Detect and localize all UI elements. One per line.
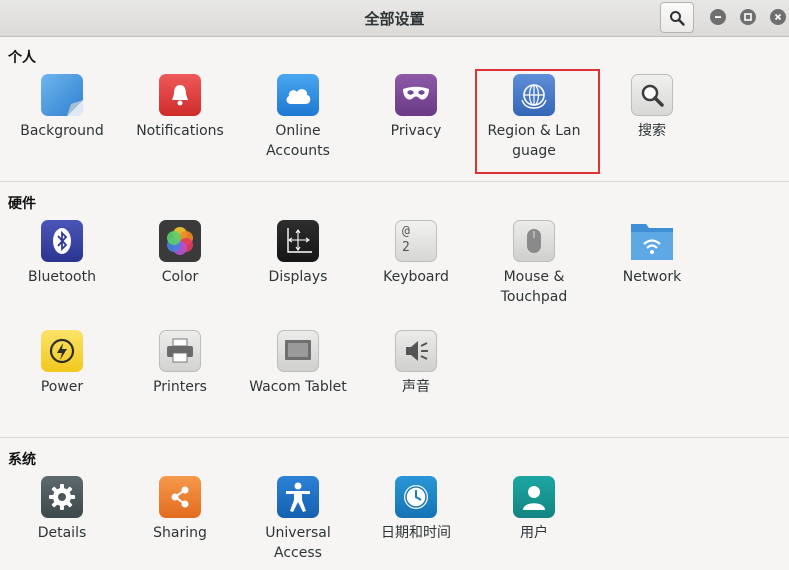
settings-item-label: Displays <box>268 269 328 285</box>
settings-item-label: Bluetooth <box>28 269 96 285</box>
settings-item-printers[interactable]: Printers <box>121 330 239 435</box>
settings-item-displays[interactable]: Displays <box>239 220 357 325</box>
power-bolt-icon <box>41 330 83 372</box>
settings-item-label: Color <box>161 269 199 285</box>
settings-item-label: 搜索 <box>638 123 666 139</box>
settings-item-label: Mouse & Touchpad <box>500 269 568 305</box>
minimize-icon <box>715 16 721 18</box>
user-icon <box>513 476 555 518</box>
settings-item-online-accounts[interactable]: Online Accounts <box>239 74 357 179</box>
gear-icon <box>41 476 83 518</box>
settings-item-sharing[interactable]: Sharing <box>121 476 239 570</box>
search-button[interactable] <box>660 2 694 33</box>
highlight-box <box>475 69 600 174</box>
title-bar: 全部设置 <box>0 0 789 37</box>
settings-item-label: Printers <box>153 379 207 395</box>
settings-item-label: Privacy <box>390 123 442 139</box>
magnifier-icon <box>631 74 673 116</box>
settings-item-bluetooth[interactable]: Bluetooth <box>3 220 121 325</box>
network-folder-icon <box>631 220 673 262</box>
settings-item-label: Network <box>622 269 682 285</box>
settings-item-keyboard[interactable]: @ 2 Keyboard <box>357 220 475 325</box>
close-icon <box>774 13 782 21</box>
color-wheel-icon <box>159 220 201 262</box>
settings-item-date-time[interactable]: 日期和时间 <box>357 476 475 570</box>
settings-item-network[interactable]: Network <box>593 220 711 325</box>
settings-item-wacom-tablet[interactable]: Wacom Tablet <box>239 330 357 435</box>
settings-item-sound[interactable]: 声音 <box>357 330 475 435</box>
settings-item-label: Notifications <box>136 123 224 139</box>
bell-icon <box>159 74 201 116</box>
settings-item-notifications[interactable]: Notifications <box>121 74 239 179</box>
settings-item-label: 声音 <box>402 379 430 395</box>
settings-item-label: Wacom Tablet <box>249 379 347 395</box>
mouse-icon <box>513 220 555 262</box>
settings-item-label: Details <box>37 525 87 541</box>
section-divider <box>0 181 789 182</box>
cloud-icon <box>277 74 319 116</box>
speaker-icon <box>395 330 437 372</box>
settings-item-background[interactable]: Background <box>3 74 121 179</box>
settings-item-label: Universal Access <box>265 525 331 561</box>
close-button[interactable] <box>770 9 786 25</box>
section-title-system: 系统 <box>8 452 36 468</box>
bluetooth-icon <box>41 220 83 262</box>
settings-item-privacy[interactable]: Privacy <box>357 74 475 179</box>
settings-item-users[interactable]: 用户 <box>475 476 593 570</box>
background-icon <box>41 74 83 116</box>
settings-item-label: Background <box>20 123 104 139</box>
share-icon <box>159 476 201 518</box>
accessibility-icon <box>277 476 319 518</box>
maximize-icon <box>744 13 752 21</box>
settings-item-label: 日期和时间 <box>381 525 451 541</box>
settings-item-mouse-touchpad[interactable]: Mouse & Touchpad <box>475 220 593 325</box>
settings-item-label: Power <box>40 379 84 395</box>
key-bottom-symbol: 2 <box>402 240 410 255</box>
clock-icon <box>395 476 437 518</box>
section-title-hardware: 硬件 <box>8 196 36 212</box>
mask-icon <box>395 74 437 116</box>
display-axes-icon <box>277 220 319 262</box>
tablet-icon <box>277 330 319 372</box>
settings-item-label: Online Accounts <box>266 123 330 159</box>
minimize-button[interactable] <box>710 9 726 25</box>
section-title-personal: 个人 <box>8 50 36 66</box>
printer-icon <box>159 330 201 372</box>
settings-item-power[interactable]: Power <box>3 330 121 435</box>
maximize-button[interactable] <box>740 9 756 25</box>
search-icon <box>670 10 685 26</box>
key-top-symbol: @ <box>402 224 410 239</box>
settings-item-label: Keyboard <box>383 269 449 285</box>
settings-item-color[interactable]: Color <box>121 220 239 325</box>
section-divider <box>0 437 789 438</box>
keyboard-key-icon: @ 2 <box>395 220 437 262</box>
settings-item-label: 用户 <box>520 525 548 541</box>
settings-item-details[interactable]: Details <box>3 476 121 570</box>
settings-item-label: Sharing <box>153 525 207 541</box>
settings-item-search[interactable]: 搜索 <box>593 74 711 179</box>
settings-item-universal-access[interactable]: Universal Access <box>239 476 357 570</box>
